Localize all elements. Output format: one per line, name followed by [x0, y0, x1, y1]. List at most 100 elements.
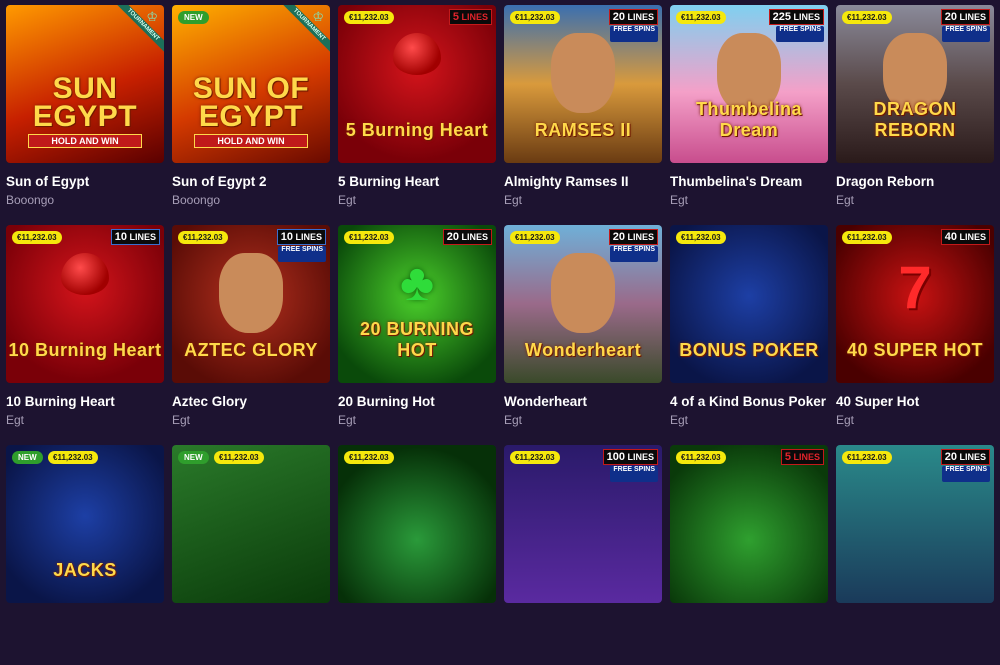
game-logo-subtitle: HOLD AND WIN	[194, 134, 308, 148]
free-spins-badge: FREE SPINS	[942, 26, 990, 42]
jackpot-badge: €11,232.03	[842, 451, 892, 464]
game-thumbnail[interactable]: 7 €11,232.03 40 LINES 40 SUPER HOT	[836, 225, 994, 383]
game-card[interactable]: €11,232.03 10 LINES 10 Burning Heart 10 Bur…	[6, 225, 164, 445]
lines-label: LINES	[461, 232, 488, 242]
character-face	[551, 253, 615, 333]
game-thumbnail[interactable]: €11,232.03 20 LINES FREE SPINS RAMSES II	[504, 5, 662, 163]
free-spins-badge: FREE SPINS	[610, 26, 658, 42]
lines-label: LINES	[627, 12, 654, 22]
game-card[interactable]: €11,232.03 20 LINES FREE SPINS	[836, 445, 994, 665]
game-thumbnail[interactable]: €11,232.03 20 LINES FREE SPINS	[836, 445, 994, 603]
lines-label: LINES	[461, 12, 488, 22]
game-provider: Booongo	[172, 193, 221, 207]
game-thumbnail[interactable]: €11,232.03 20 LINES FREE SPINS DRAGON REBOR…	[836, 5, 994, 163]
game-thumbnail[interactable]: €11,232.03 5 LINES	[670, 445, 828, 603]
jackpot-badge: €11,232.03	[178, 231, 228, 244]
game-thumbnail[interactable]: €11,232.03 20 LINES FREE SPINS Wonderheart	[504, 225, 662, 383]
lines-count: 20	[944, 11, 957, 23]
game-thumbnail[interactable]: ♣ €11,232.03 20 LINES 20 BURNING HOT	[338, 225, 496, 383]
game-title[interactable]: Dragon Reborn	[836, 174, 994, 189]
lines-label: LINES	[959, 232, 986, 242]
game-title[interactable]: Sun of Egypt	[6, 174, 164, 189]
game-thumbnail[interactable]: NEW €11,232.03 JACKS	[6, 445, 164, 603]
free-spins-badge: FREE SPINS	[610, 246, 658, 262]
game-provider: Egt	[338, 193, 357, 207]
game-card[interactable]: €11,232.03 20 LINES FREE SPINS DRAGON REBOR…	[836, 5, 994, 225]
game-card[interactable]: €11,232.03 225 LINES FREE SPINS Thumbelina …	[670, 5, 828, 225]
jackpot-badge: €11,232.03	[12, 231, 62, 244]
jackpot-badge: €11,232.03	[510, 11, 560, 24]
game-card[interactable]: €11,232.03 20 LINES FREE SPINS Wonderheart W…	[504, 225, 662, 445]
lines-badge: 5 LINES	[780, 449, 824, 465]
game-title[interactable]: 5 Burning Heart	[338, 174, 496, 189]
game-thumbnail[interactable]: TOURNAMENT ♔ NEW SUN OF EGYPT HOLD AND WIN	[172, 5, 330, 163]
lines-count: 5	[452, 11, 459, 23]
lines-label: LINES	[793, 12, 820, 22]
game-thumbnail[interactable]: €11,232.03 BONUS POKER	[670, 225, 828, 383]
game-thumbnail[interactable]: €11,232.03 10 LINES FREE SPINS AZTEC GLORY	[172, 225, 330, 383]
game-provider: Egt	[504, 193, 523, 207]
game-card[interactable]: TOURNAMENT ♔ SUN EGYPT HOLD AND WIN Sun of E…	[6, 5, 164, 225]
game-card[interactable]: €11,232.03 5 LINES 5 Burning Heart 5 Burnin…	[338, 5, 496, 225]
trophy-icon: ♔	[146, 9, 158, 24]
lines-label: LINES	[959, 12, 986, 22]
free-spins-badge: FREE SPINS	[610, 466, 658, 482]
heart-icon	[6, 253, 164, 300]
game-thumbnail[interactable]: NEW €11,232.03	[172, 445, 330, 603]
jackpot-badge: €11,232.03	[510, 231, 560, 244]
game-title[interactable]: Almighty Ramses II	[504, 174, 662, 189]
game-card[interactable]: ♣ €11,232.03 20 LINES 20 BURNING HOT 20 Burn…	[338, 225, 496, 445]
game-thumbnail[interactable]: €11,232.03 10 LINES 10 Burning Heart	[6, 225, 164, 383]
game-card[interactable]: €11,232.03	[338, 445, 496, 665]
game-card[interactable]: 7 €11,232.03 40 LINES 40 SUPER HOT 40 Super …	[836, 225, 994, 445]
jackpot-badge: €11,232.03	[344, 231, 394, 244]
lines-count: 40	[944, 231, 957, 243]
game-logo: 10 Burning Heart	[8, 340, 162, 360]
jackpot-badge: €11,232.03	[510, 451, 560, 464]
game-card[interactable]: TOURNAMENT ♔ NEW SUN OF EGYPT HOLD AND WIN Su…	[172, 5, 330, 225]
heart-shape	[61, 253, 109, 295]
lines-count: 10	[114, 231, 127, 243]
game-card[interactable]: €11,232.03 100 LINES FREE SPINS	[504, 445, 662, 665]
lines-badge: 10 LINES	[110, 229, 160, 245]
game-card[interactable]: €11,232.03 5 LINES	[670, 445, 828, 665]
game-provider: Egt	[172, 413, 191, 427]
game-title[interactable]: Aztec Glory	[172, 394, 330, 409]
character-art	[504, 33, 662, 118]
game-title[interactable]: 4 of a Kind Bonus Poker	[670, 394, 828, 409]
game-logo: 20 BURNING HOT	[359, 319, 475, 360]
game-provider: Egt	[670, 193, 689, 207]
game-thumbnail[interactable]: €11,232.03 225 LINES FREE SPINS Thumbelina …	[670, 5, 828, 163]
character-face	[219, 253, 283, 333]
new-badge: NEW	[178, 11, 209, 24]
game-card[interactable]: €11,232.03 20 LINES FREE SPINS RAMSES II Alm…	[504, 5, 662, 225]
lines-count: 225	[772, 11, 791, 23]
game-title[interactable]: Thumbelina's Dream	[670, 174, 828, 189]
game-title[interactable]: Wonderheart	[504, 394, 662, 409]
game-logo: JACKS	[53, 560, 117, 580]
game-title[interactable]: 40 Super Hot	[836, 394, 994, 409]
game-card[interactable]: €11,232.03 10 LINES FREE SPINS AZTEC GLORY A…	[172, 225, 330, 445]
game-card[interactable]: NEW €11,232.03	[172, 445, 330, 665]
game-title[interactable]: 20 Burning Hot	[338, 394, 496, 409]
lines-count: 20	[446, 231, 459, 243]
lines-count: 100	[606, 451, 625, 463]
game-provider: Egt	[670, 413, 689, 427]
game-title[interactable]: 10 Burning Heart	[6, 394, 164, 409]
game-title[interactable]: Sun of Egypt 2	[172, 174, 330, 189]
game-thumbnail[interactable]: €11,232.03 100 LINES FREE SPINS	[504, 445, 662, 603]
character-face	[551, 33, 615, 113]
game-card[interactable]: €11,232.03 BONUS POKER 4 of a Kind Bonus P…	[670, 225, 828, 445]
lines-badge: 10 LINES	[276, 229, 326, 245]
game-grid: TOURNAMENT ♔ SUN EGYPT HOLD AND WIN Sun of E…	[6, 5, 994, 665]
clover-icon: ♣	[399, 254, 435, 312]
lines-label: LINES	[129, 232, 156, 242]
game-card[interactable]: NEW €11,232.03 JACKS	[6, 445, 164, 665]
game-thumbnail[interactable]: TOURNAMENT ♔ SUN EGYPT HOLD AND WIN	[6, 5, 164, 163]
game-thumbnail[interactable]: €11,232.03	[338, 445, 496, 603]
trophy-icon: ♔	[312, 9, 324, 24]
lines-badge: 20 LINES	[940, 9, 990, 25]
game-thumbnail[interactable]: €11,232.03 5 LINES 5 Burning Heart	[338, 5, 496, 163]
game-logo: AZTEC GLORY	[184, 340, 318, 360]
lines-badge: 20 LINES	[940, 449, 990, 465]
